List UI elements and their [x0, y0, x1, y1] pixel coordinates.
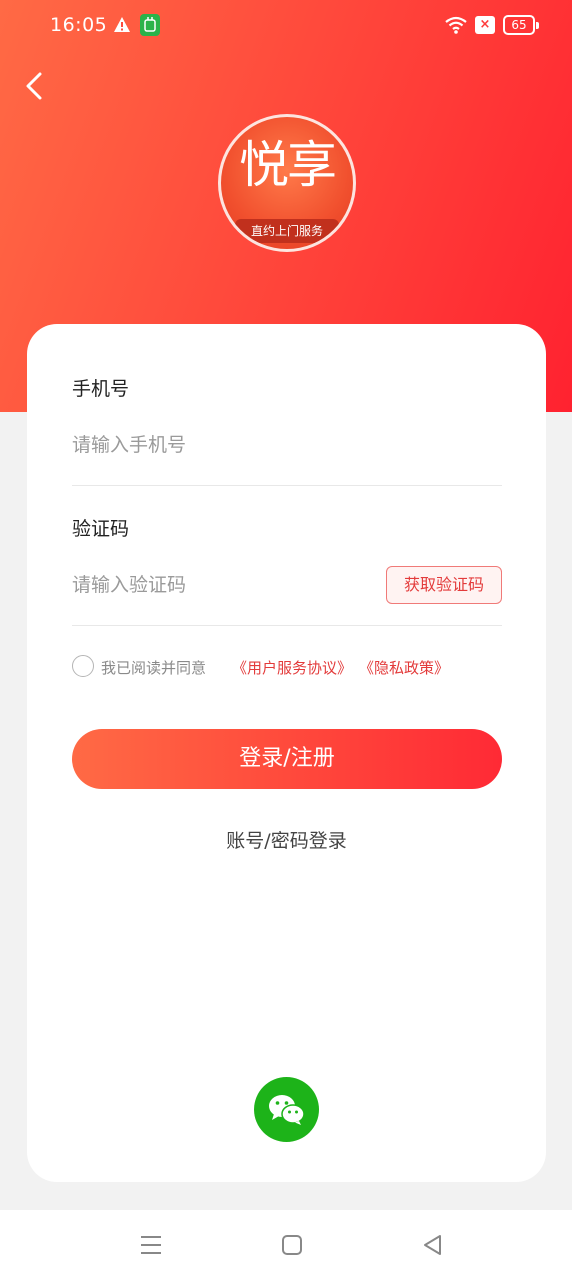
logo-name: 悦享 [239, 136, 337, 194]
agreement-text: 我已阅读并同意 [101, 659, 207, 677]
status-bar: 16:05 × 65 [0, 0, 572, 52]
wifi-icon [445, 16, 467, 34]
login-register-button[interactable]: 登录/注册 [72, 729, 502, 789]
code-divider [72, 625, 502, 626]
logo-tagline: 直约上门服务 [235, 219, 339, 243]
status-time: 16:05 [50, 14, 108, 36]
user-agreement-link[interactable]: 《用户服务协议》 [232, 657, 352, 678]
app-notification-icon [140, 14, 160, 36]
phone-divider [72, 485, 502, 486]
password-login-link[interactable]: 账号/密码登录 [27, 826, 546, 853]
system-nav-bar [0, 1210, 572, 1280]
phone-label: 手机号 [72, 378, 130, 400]
warning-icon [114, 17, 130, 32]
login-card: 手机号 验证码 获取验证码 我已阅读并同意 《用户服务协议》 《隐私政策》 登录… [27, 324, 546, 1182]
menu-icon[interactable] [138, 1232, 164, 1258]
get-code-button[interactable]: 获取验证码 [386, 566, 502, 604]
wechat-icon [269, 1095, 305, 1125]
back-button[interactable] [18, 66, 54, 106]
back-nav-icon[interactable] [420, 1232, 446, 1258]
code-input[interactable] [72, 570, 372, 600]
app-logo: 悦享 直约上门服务 [218, 114, 356, 252]
home-icon[interactable] [279, 1232, 305, 1258]
privacy-policy-link[interactable]: 《隐私政策》 [359, 657, 449, 678]
code-label: 验证码 [72, 518, 130, 540]
no-sim-icon: × [475, 16, 495, 34]
wechat-login-button[interactable] [254, 1077, 319, 1142]
phone-input[interactable] [72, 430, 372, 460]
agreement-checkbox[interactable] [72, 655, 94, 677]
battery-icon: 65 [503, 15, 539, 35]
